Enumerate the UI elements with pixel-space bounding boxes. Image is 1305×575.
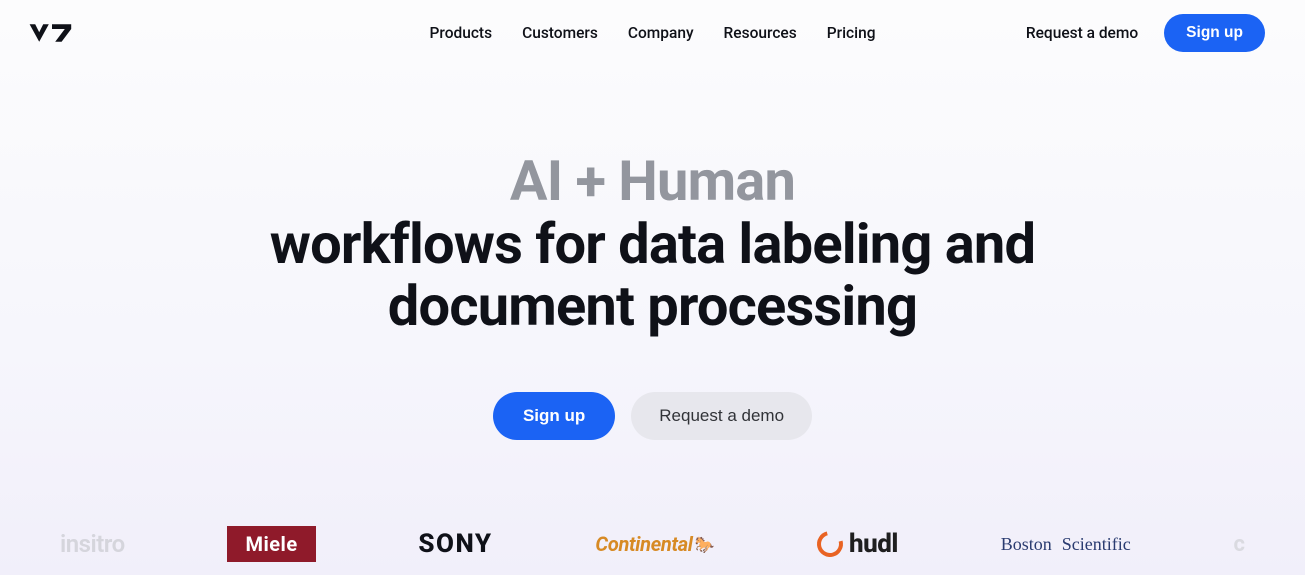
logo-miele: Miele (227, 526, 315, 562)
logo-insitro: insitro (60, 526, 125, 562)
main-header: Products Customers Company Resources Pri… (0, 0, 1305, 66)
signup-button-header[interactable]: Sign up (1164, 14, 1265, 52)
swirl-icon (812, 526, 848, 562)
v7-logo[interactable] (28, 20, 76, 46)
logo-sony: SONY (418, 526, 492, 562)
nav-resources[interactable]: Resources (724, 24, 797, 42)
hero-section: AI + Human workflows for data labeling a… (0, 150, 1305, 440)
horse-icon: 🐎 (695, 535, 715, 554)
customer-logos: insitro Miele SONY Continental🐎 hudl Bos… (0, 526, 1305, 562)
logo-hudl: hudl (817, 526, 898, 562)
nav-products[interactable]: Products (430, 24, 493, 42)
logo-continental: Continental🐎 (595, 526, 714, 562)
logo-partial: c (1233, 526, 1244, 562)
request-demo-button-hero[interactable]: Request a demo (631, 392, 812, 440)
hero-line3: document processing (388, 273, 917, 339)
hero-cta-group: Sign up Request a demo (40, 392, 1265, 440)
logo-boston-scientific: Boston Scientific (1001, 526, 1131, 562)
signup-button-hero[interactable]: Sign up (493, 392, 615, 440)
hero-line2: workflows for data labeling and (270, 211, 1035, 277)
nav-right: Request a demo Sign up (1026, 14, 1265, 52)
request-demo-link[interactable]: Request a demo (1026, 24, 1138, 42)
nav-customers[interactable]: Customers (522, 24, 598, 42)
main-nav: Products Customers Company Resources Pri… (430, 24, 876, 42)
nav-company[interactable]: Company (628, 24, 694, 42)
hero-line1: AI + Human (40, 150, 1265, 213)
nav-pricing[interactable]: Pricing (827, 24, 876, 42)
hero-heading: AI + Human workflows for data labeling a… (40, 150, 1265, 338)
